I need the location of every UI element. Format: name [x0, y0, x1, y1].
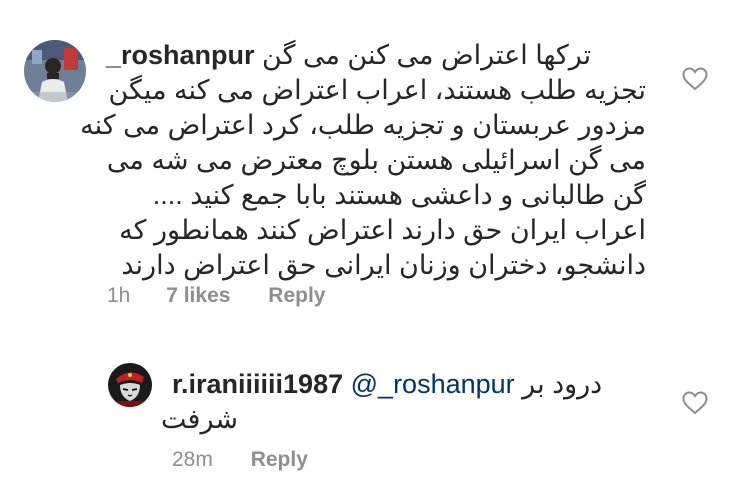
comment-text-line: گن طالبانی و داعشی هستند بابا جمع کنید .… [152, 180, 646, 210]
comment-text-line: دانشجو، دختران وزنان ایرانی حق اعتراض دا… [121, 250, 646, 280]
comment-meta: 28m Reply [172, 448, 308, 472]
comment-text-line: می گن اسرائیلی هستن بلوچ معترض می شه می [106, 145, 646, 175]
comment-text-line: تجزیه طلب هستند، اعراب اعتراض می کنه میگ… [108, 75, 646, 105]
heart-outline-icon[interactable] [682, 391, 708, 415]
comment-timestamp: 1h [107, 284, 131, 307]
reply-button[interactable]: Reply [268, 284, 325, 308]
reply-body: r.iraniiiiii1987 @_roshanpur درود بر شرف… [161, 367, 632, 437]
comment-timestamp: 28m [172, 448, 213, 471]
comment-text-line: مزدور عربستان و تجزیه طلب، کرد اعتراض می… [80, 110, 646, 140]
heart-outline-icon[interactable] [682, 67, 708, 91]
comment-meta: 1h 7 likes Reply [107, 284, 325, 308]
comment-text-line: اعراب ایران حق دارند اعتراض کنند همانطور… [119, 215, 646, 245]
che-guevara-avatar-icon [108, 363, 152, 407]
mention-link[interactable]: @_roshanpur [351, 369, 515, 399]
comment-username[interactable]: r.iraniiiiii1987 [172, 369, 343, 399]
likes-count[interactable]: 7 likes [166, 284, 230, 308]
reply-first-line: r.iraniiiiii1987 @_roshanpur درود بر [172, 367, 632, 402]
reply-button[interactable]: Reply [251, 448, 308, 472]
comment-text-line: ترکها اعتراض می کنن می گن [262, 40, 592, 70]
comment-username[interactable]: _roshanpur [106, 40, 255, 70]
comment-body: _roshanpur ترکها اعتراض می کنن می گن تجز… [80, 38, 646, 283]
user-photo-avatar-icon [24, 40, 86, 102]
avatar[interactable] [108, 363, 152, 407]
comment-text: درود بر [522, 369, 603, 399]
comment-first-line: _roshanpur ترکها اعتراض می کنن می گن [106, 38, 646, 73]
avatar[interactable] [24, 40, 86, 102]
comment-text-line: شرفت [161, 404, 238, 434]
